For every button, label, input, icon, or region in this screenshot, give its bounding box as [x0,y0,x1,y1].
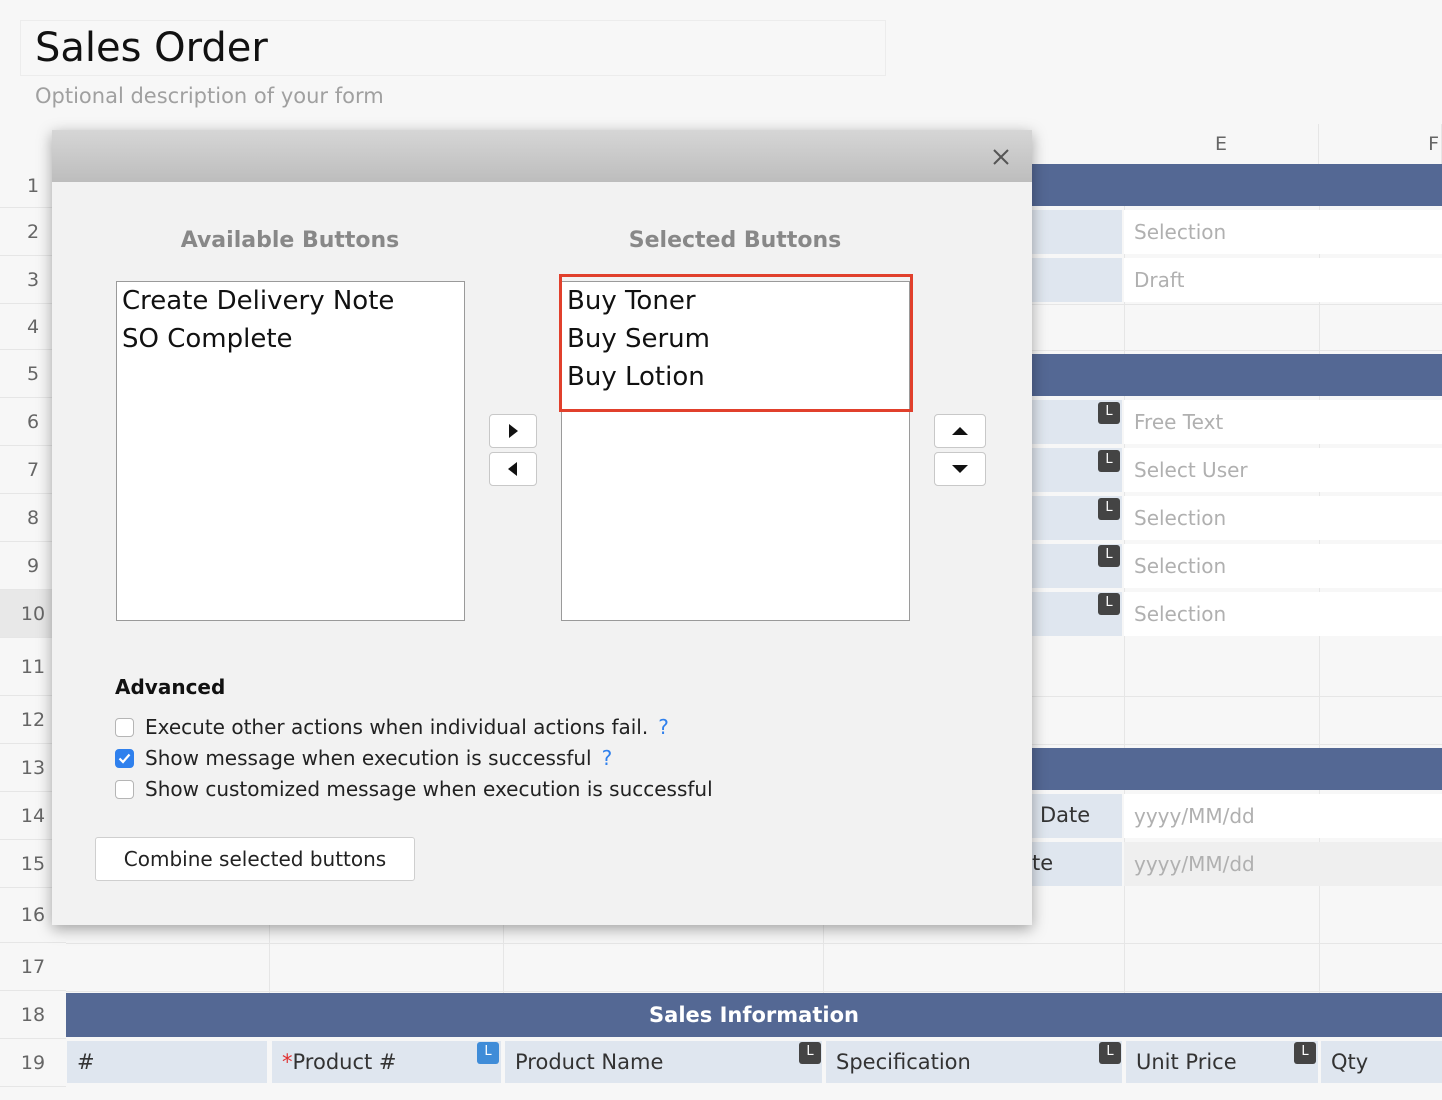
option-execute-other-actions[interactable]: Execute other actions when individual ac… [115,713,669,741]
lookup-badge-icon: L [1098,402,1120,424]
value-cell-free-text[interactable]: Free Text [1124,400,1442,444]
value-cell-status[interactable]: Draft [1124,258,1442,302]
table-header-unit-price[interactable]: Unit Price [1126,1041,1318,1083]
move-up-button[interactable] [934,414,986,448]
help-icon[interactable]: ? [602,746,613,770]
value-cell-selection[interactable]: Selection [1124,496,1442,540]
grid-line [66,943,1442,944]
form-title-box[interactable]: Sales Order [20,20,886,76]
table-header-specification[interactable]: Specification [826,1041,1122,1083]
lookup-badge-icon: L [1098,545,1120,567]
form-title: Sales Order [35,25,268,71]
close-icon [993,149,1009,165]
table-header-product-no-label: Product # [292,1050,397,1074]
close-button[interactable] [988,144,1014,170]
option-show-message[interactable]: Show message when execution is successfu… [115,744,612,772]
selected-items-highlight [559,274,913,412]
lookup-badge-icon: L [1099,1042,1121,1064]
move-left-button[interactable] [489,452,537,486]
available-item[interactable]: Create Delivery Note [117,282,464,320]
advanced-title: Advanced [115,675,226,699]
label-cell[interactable] [1032,210,1122,254]
column-header-e[interactable]: E [1124,124,1319,164]
caret-right-icon [509,424,518,438]
value-cell-select-user[interactable]: Select User [1124,448,1442,492]
value-cell-selection[interactable]: Selection [1124,544,1442,588]
option-label: Show message when execution is successfu… [145,746,592,770]
lookup-badge-icon: L [1098,450,1120,472]
row-number-19[interactable]: 19 [0,1039,66,1087]
selected-buttons-title: Selected Buttons [628,228,842,253]
sales-information-band: Sales Information [66,993,1442,1037]
lookup-badge-icon: L [1294,1042,1316,1064]
available-buttons-title: Available Buttons [180,228,400,253]
checkbox-execute-other-actions[interactable] [115,717,134,737]
label-text-date: Date [1040,803,1091,827]
option-label: Show customized message when execution i… [145,777,713,801]
move-down-button[interactable] [934,452,986,486]
form-description[interactable]: Optional description of your form [35,84,384,108]
caret-up-icon [952,427,968,435]
caret-down-icon [952,465,968,473]
available-item[interactable]: SO Complete [117,320,464,358]
row-number-18[interactable]: 18 [0,991,66,1039]
section-title: Sales Information [649,1003,859,1027]
value-cell-selection[interactable]: Selection [1124,592,1442,636]
combine-buttons-dialog: Available Buttons Selected Buttons Creat… [52,130,1032,925]
table-header-product-no[interactable]: *Product # [272,1041,501,1083]
grid-line [269,924,270,994]
move-right-button[interactable] [489,414,537,448]
value-cell-date[interactable]: yyyy/MM/dd [1124,842,1442,886]
lookup-badge-icon: L [1098,498,1120,520]
label-text-date-2: te [1032,851,1054,875]
option-show-customized-message[interactable]: Show customized message when execution i… [115,775,713,803]
lookup-badge-icon: L [1098,593,1120,615]
checkbox-show-message[interactable] [115,748,134,768]
value-cell-date[interactable]: yyyy/MM/dd [1124,794,1442,838]
checkbox-show-customized-message[interactable] [115,779,134,799]
grid-line [823,924,824,994]
required-mark: * [282,1050,293,1074]
option-label: Execute other actions when individual ac… [145,715,649,739]
table-header-number[interactable]: # [67,1041,267,1083]
table-header-product-name[interactable]: Product Name [505,1041,822,1083]
combine-selected-buttons-button[interactable]: Combine selected buttons [95,837,415,881]
grid-line [503,924,504,994]
checkmark-icon [118,753,131,764]
value-cell-selection[interactable]: Selection [1124,210,1442,254]
grid-line [66,991,1442,992]
help-icon[interactable]: ? [658,715,669,739]
table-header-qty[interactable]: Qty [1321,1041,1442,1083]
lookup-badge-icon: L [799,1042,821,1064]
column-header-f[interactable]: F [1319,124,1442,164]
label-cell[interactable] [1032,258,1122,302]
row-number-17[interactable]: 17 [0,943,66,991]
dialog-title-bar[interactable] [52,130,1032,182]
lookup-badge-icon: L [477,1042,499,1064]
caret-left-icon [508,462,517,476]
available-buttons-list[interactable]: Create Delivery Note SO Complete [116,281,465,621]
